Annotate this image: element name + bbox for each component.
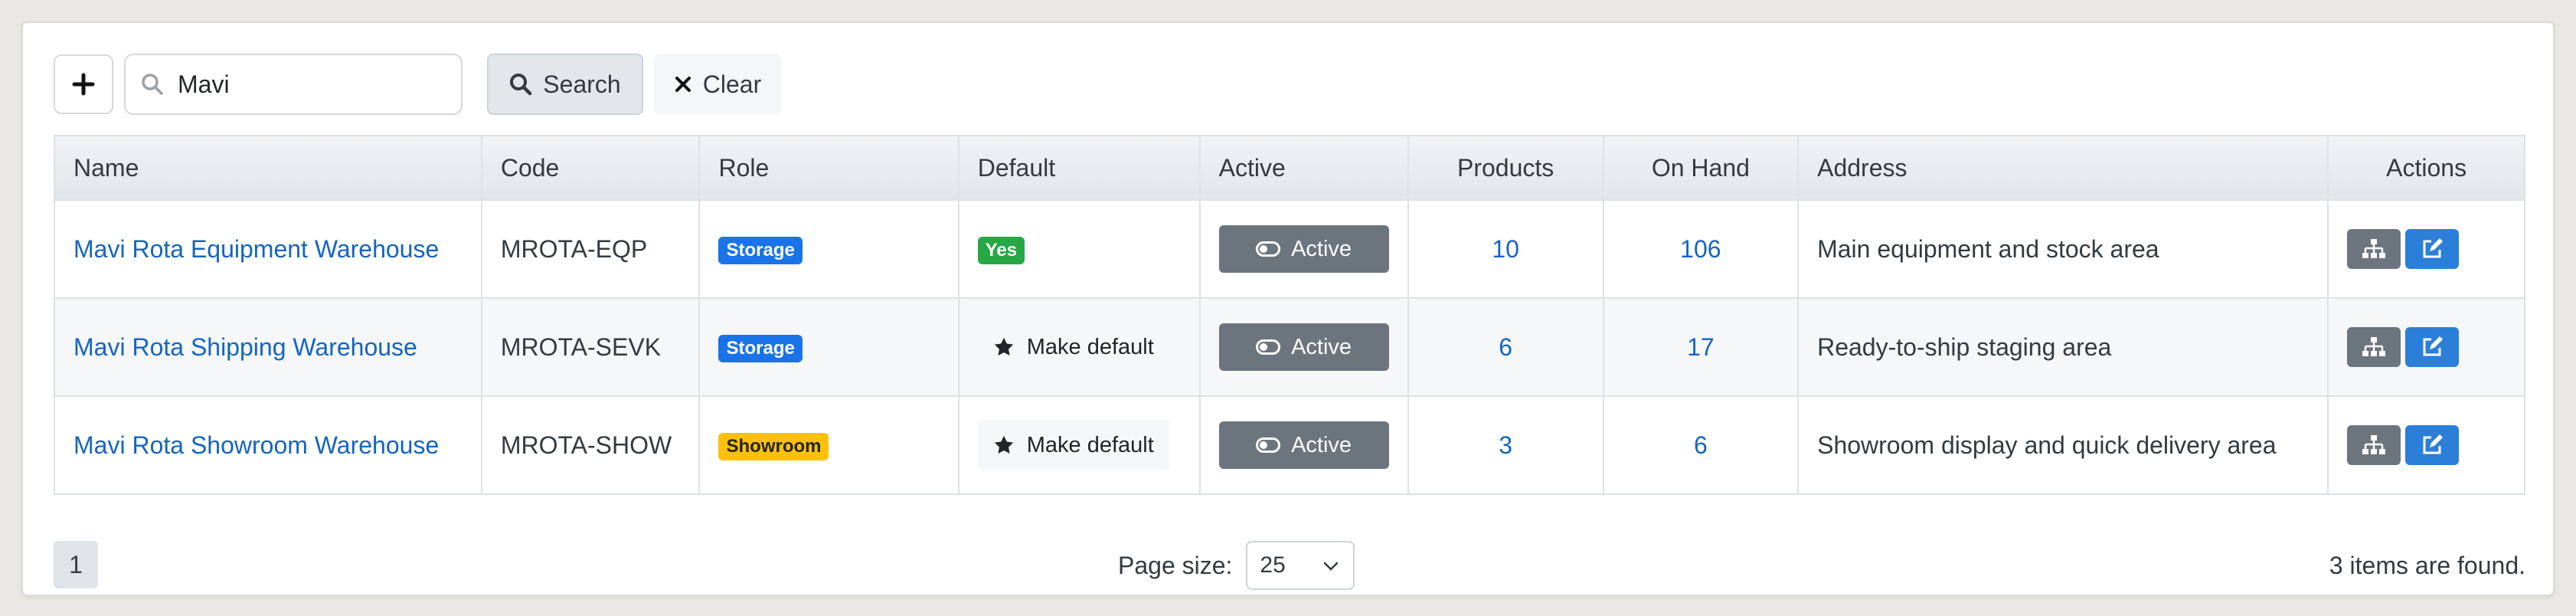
role-badge: Showroom — [718, 433, 829, 460]
chevron-down-icon — [1324, 562, 1339, 571]
on-hand-count-link[interactable]: 17 — [1687, 333, 1715, 361]
active-toggle-button[interactable]: Active — [1218, 225, 1389, 273]
edit-button[interactable] — [2405, 425, 2460, 465]
page-size-control: Page size: 25 — [1118, 541, 1355, 590]
make-default-label: Make default — [1026, 334, 1154, 359]
warehouse-address: Main equipment and stock area — [1797, 199, 2329, 299]
warehouse-list-card: Search Clear Name Code Role Default Acti… — [21, 21, 2555, 596]
make-default-label: Make default — [1026, 432, 1154, 457]
clear-button-label: Clear — [702, 70, 762, 98]
items-found-count: 3 items are found. — [2329, 552, 2525, 579]
column-header-role[interactable]: Role — [698, 135, 959, 201]
warehouse-code: MROTA-SEVK — [480, 297, 701, 397]
toggle-icon — [1256, 241, 1281, 257]
table-row: Mavi Rota Shipping Warehouse MROTA-SEVK … — [54, 297, 2525, 397]
make-default-button[interactable]: Make default — [977, 420, 1169, 470]
column-header-on-hand[interactable]: On Hand — [1602, 135, 1800, 201]
products-count-link[interactable]: 6 — [1499, 333, 1512, 361]
active-label: Active — [1291, 334, 1352, 359]
warehouse-table: Name Code Role Default Active Products O… — [54, 135, 2525, 495]
edit-button[interactable] — [2405, 229, 2460, 269]
role-badge: Storage — [718, 335, 803, 362]
x-icon — [675, 77, 691, 92]
column-header-default[interactable]: Default — [957, 135, 1201, 201]
products-count-link[interactable]: 3 — [1499, 431, 1512, 459]
page-button-current[interactable]: 1 — [54, 541, 98, 588]
column-header-name[interactable]: Name — [54, 135, 482, 201]
default-badge: Yes — [977, 237, 1025, 264]
edit-icon — [2423, 336, 2444, 356]
page-size-select[interactable]: 25 — [1246, 541, 1355, 590]
edit-button[interactable] — [2405, 327, 2460, 367]
clear-button[interactable]: Clear — [654, 54, 781, 115]
toggle-icon — [1256, 339, 1281, 355]
page-size-label: Page size: — [1118, 551, 1233, 579]
active-label: Active — [1291, 236, 1352, 261]
make-default-button[interactable]: Make default — [977, 322, 1169, 372]
products-count-link[interactable]: 10 — [1492, 235, 1519, 263]
table-row: Mavi Rota Equipment Warehouse MROTA-EQP … — [54, 199, 2525, 299]
warehouse-name-link[interactable]: Mavi Rota Equipment Warehouse — [74, 235, 439, 263]
warehouse-address: Showroom display and quick delivery area — [1797, 395, 2329, 495]
search-icon — [510, 74, 532, 96]
add-button[interactable] — [54, 54, 113, 114]
toolbar: Search Clear — [54, 54, 781, 115]
hierarchy-button[interactable] — [2347, 425, 2401, 465]
edit-icon — [2423, 238, 2444, 258]
search-input[interactable] — [176, 69, 452, 100]
hierarchy-button[interactable] — [2347, 229, 2401, 269]
search-button-label: Search — [543, 70, 621, 98]
warehouse-name-link[interactable]: Mavi Rota Shipping Warehouse — [74, 333, 417, 361]
magnifier-icon — [142, 74, 163, 95]
column-header-actions: Actions — [2327, 135, 2525, 201]
column-header-code[interactable]: Code — [480, 135, 701, 201]
table-header-row: Name Code Role Default Active Products O… — [54, 135, 2525, 201]
column-header-products[interactable]: Products — [1407, 135, 1604, 201]
active-toggle-button[interactable]: Active — [1218, 323, 1389, 371]
star-icon — [994, 337, 1013, 356]
warehouse-code: MROTA-SHOW — [480, 395, 701, 495]
sitemap-icon — [2362, 337, 2386, 356]
edit-icon — [2423, 434, 2444, 454]
search-box — [124, 54, 463, 115]
table-footer: 1 Page size: 25 3 items are found. — [54, 541, 2525, 590]
plus-icon — [72, 73, 95, 96]
warehouse-name-link[interactable]: Mavi Rota Showroom Warehouse — [74, 431, 439, 459]
column-header-address[interactable]: Address — [1797, 135, 2329, 201]
table-row: Mavi Rota Showroom Warehouse MROTA-SHOW … — [54, 395, 2525, 495]
warehouse-address: Ready-to-ship staging area — [1797, 297, 2329, 397]
active-label: Active — [1291, 432, 1352, 457]
role-badge: Storage — [718, 237, 803, 264]
toggle-icon — [1256, 437, 1281, 453]
star-icon — [994, 435, 1013, 454]
warehouse-code: MROTA-EQP — [480, 199, 701, 299]
hierarchy-button[interactable] — [2347, 327, 2401, 367]
on-hand-count-link[interactable]: 6 — [1694, 431, 1708, 459]
column-header-active[interactable]: Active — [1198, 135, 1409, 201]
on-hand-count-link[interactable]: 106 — [1680, 235, 1721, 263]
sitemap-icon — [2362, 435, 2386, 454]
search-button[interactable]: Search — [487, 54, 643, 115]
active-toggle-button[interactable]: Active — [1218, 421, 1389, 469]
page-size-value: 25 — [1260, 552, 1286, 578]
sitemap-icon — [2362, 239, 2386, 258]
